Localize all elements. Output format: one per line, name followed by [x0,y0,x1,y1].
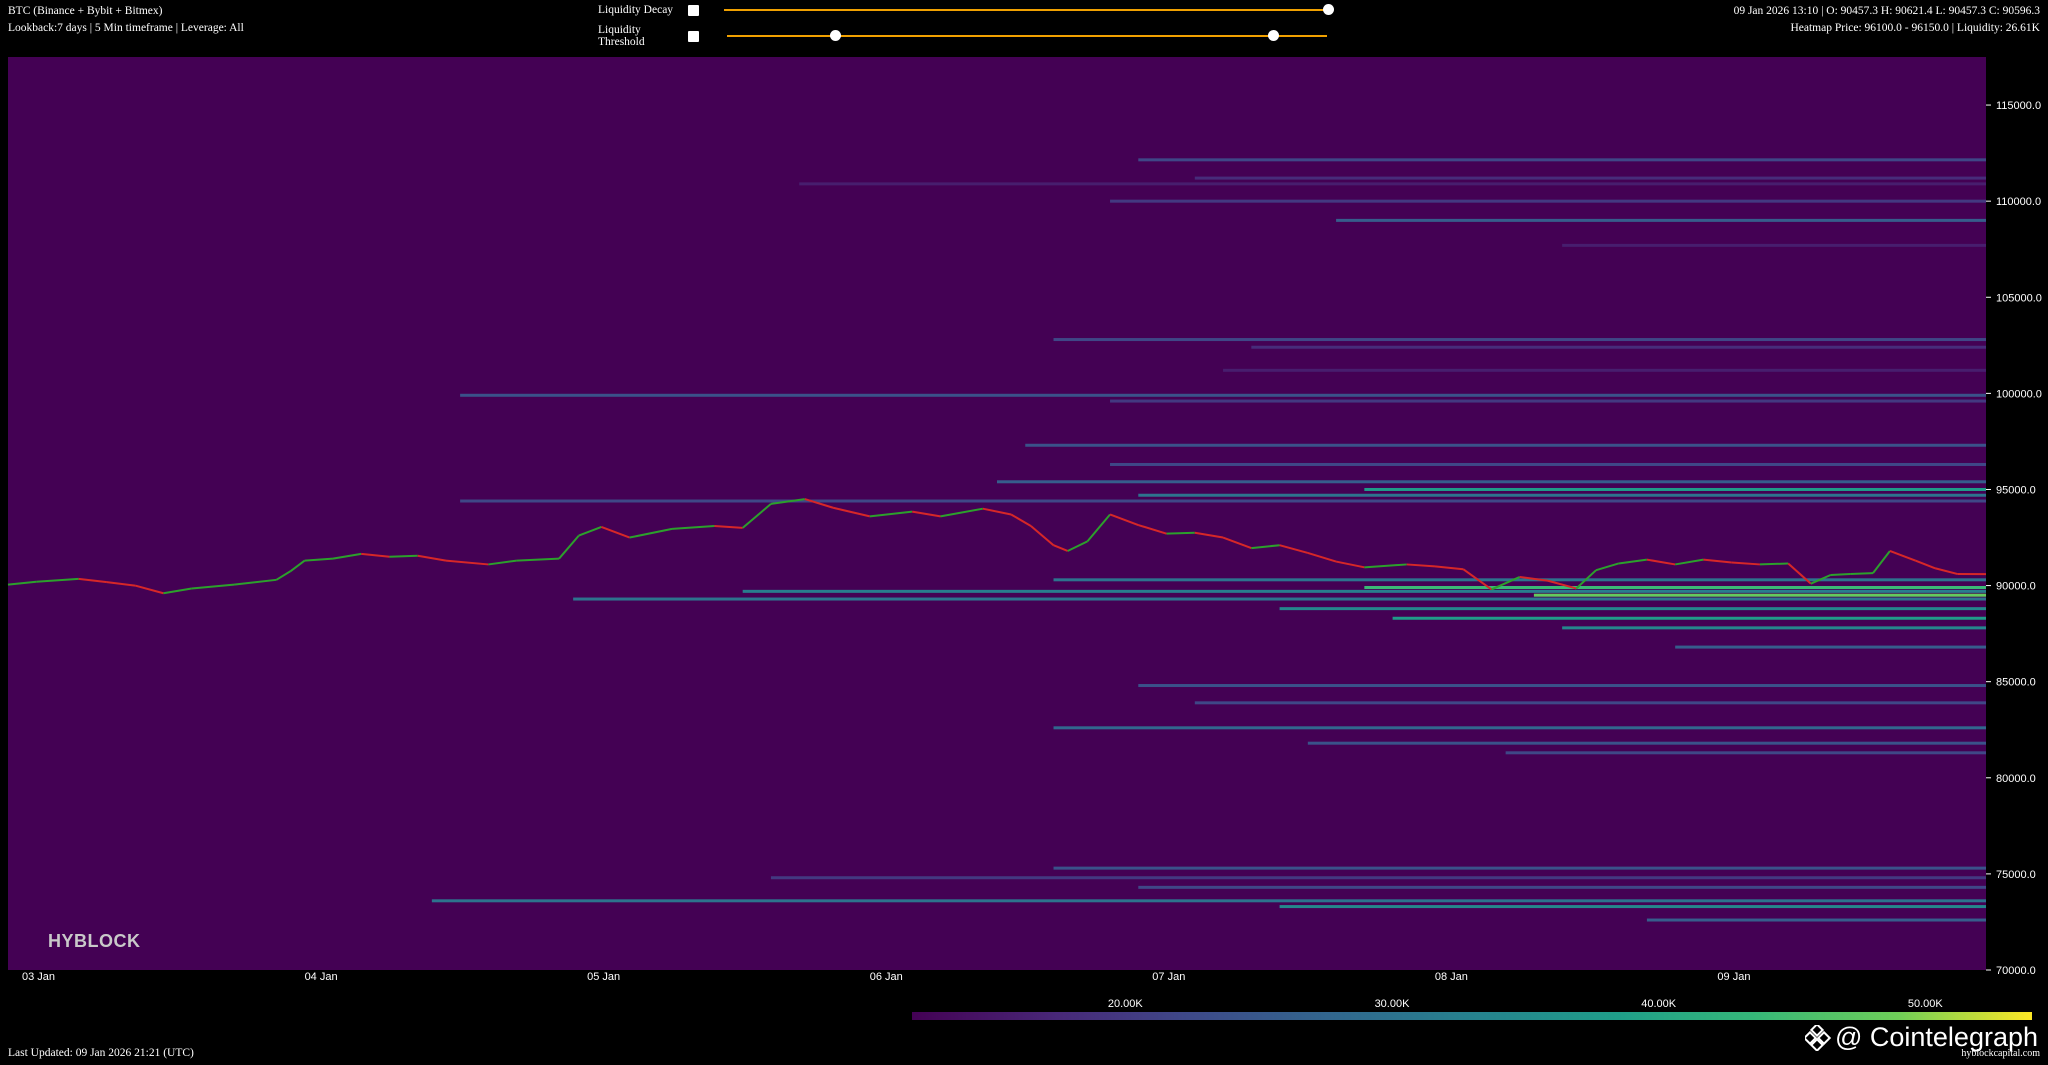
liquidity-band [573,597,1987,601]
liquidity-band [1251,345,1986,349]
liquidity-band [1364,586,1986,590]
x-tick-label: 05 Jan [587,971,620,983]
price-segment [389,554,418,558]
colorbar [912,1012,2032,1020]
liquidity-band [1279,607,1986,611]
y-tick-label: 95000.0 [1996,484,2036,496]
liquidity-band [1223,368,1986,372]
liquidity-band [1646,918,1986,922]
liquidity-band [431,899,1986,903]
y-tick-label: 70000.0 [1996,965,2036,977]
site-url: hyblockcapital.com [1961,1048,2040,1059]
liquidity-band [1194,701,1986,705]
liquidity-band [1562,243,1986,247]
liquidity-band [1053,338,1986,342]
x-tick-label: 07 Jan [1152,971,1185,983]
price-segment [1166,531,1195,535]
x-tick-label: 06 Jan [870,971,903,983]
liquidity-band [460,393,1987,397]
liquidity-band [1392,616,1986,620]
colorbar-tick-label: 50.00K [1908,998,1944,1010]
liquidity-band [1110,462,1986,466]
liquidation-heatmap-chart[interactable]: 115000.0 110000.0 105000.0 100000.0 95000.0 9… [0,0,2048,1065]
price-segment [1850,572,1874,576]
y-tick-label: 115000.0 [1996,100,2041,112]
liquidity-band [1364,487,1986,491]
liquidity-band [770,876,1986,880]
liquidity-band [1336,218,1986,222]
y-tick-label: 105000.0 [1996,292,2042,304]
heatmap-plot-area [8,57,1986,970]
liquidity-band [1279,905,1986,909]
liquidity-band [799,182,1987,186]
liquidity-band [1138,684,1986,688]
liquidity-band [1025,443,1986,447]
y-tick-label: 80000.0 [1996,773,2036,785]
liquidity-band [1053,726,1986,730]
liquidity-band [1307,741,1986,745]
colorbar-tick-label: 40.00K [1641,998,1677,1010]
liquidity-band [1110,399,1986,403]
date-axis: 03 Jan 04 Jan 05 Jan 06 Jan 07 Jan 08 Jan 09 J… [22,971,1750,983]
liquidity-band [1110,199,1986,203]
hyblock-logo: HYBLOCK [48,931,141,951]
liquidity-band [1138,885,1986,889]
y-tick-label: 100000.0 [1996,388,2042,400]
liquidity-band [1675,645,1986,649]
colorbar-ticks: 20.00K 30.00K 40.00K 50.00K [1108,998,1944,1010]
colorbar-tick-label: 20.00K [1108,998,1144,1010]
y-tick-label: 85000.0 [1996,677,2036,689]
liquidity-band [1138,158,1986,162]
liquidity-band [742,589,1986,593]
liquidity-band [997,480,1986,484]
liquidity-band [460,499,1987,503]
price-segment [1759,562,1789,566]
liquidity-band [1562,626,1986,630]
y-tick-label: 75000.0 [1996,869,2036,881]
liquidity-band [1053,866,1986,870]
colorbar-tick-label: 30.00K [1375,998,1411,1010]
price-segment [1830,573,1851,577]
last-updated: Last Updated: 09 Jan 2026 21:21 (UTC) [8,1047,194,1059]
liquidity-band [1194,176,1986,180]
x-tick-label: 03 Jan [22,971,55,983]
y-tick-label: 90000.0 [1996,581,2036,593]
liquidity-band [1053,578,1986,582]
x-tick-label: 04 Jan [305,971,338,983]
liquidity-band [1138,493,1986,497]
price-axis: 115000.0 110000.0 105000.0 100000.0 95000.0 9… [1986,100,2042,977]
liquidity-band [1533,593,1986,597]
y-tick-label: 110000.0 [1996,196,2041,208]
x-tick-label: 09 Jan [1717,971,1750,983]
cointelegraph-icon [1804,1024,1831,1051]
liquidity-band [1505,751,1986,755]
x-tick-label: 08 Jan [1435,971,1468,983]
